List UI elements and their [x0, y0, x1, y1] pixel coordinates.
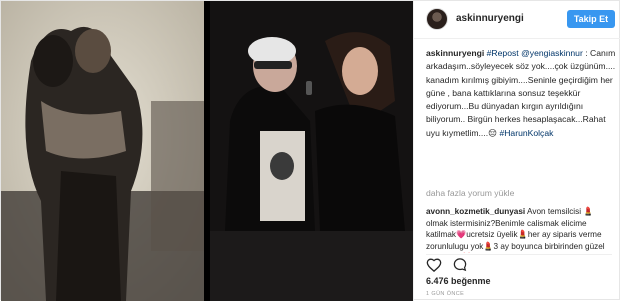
- post-sidebar: askinnuryengi Takip Et askinnuryengi #Re…: [413, 1, 620, 301]
- instagram-post: askinnuryengi Takip Et askinnuryengi #Re…: [0, 0, 620, 301]
- repost-hashtag[interactable]: #Repost: [487, 48, 519, 58]
- hashtag-link[interactable]: #HarunKolçak: [499, 128, 553, 138]
- mention-link[interactable]: @yengiaskinnur: [521, 48, 583, 58]
- caption-username[interactable]: askinnuryengi: [426, 48, 484, 58]
- vintage-photo: [1, 1, 204, 301]
- load-more-comments[interactable]: daha fazla yorum yükle: [426, 188, 514, 198]
- comment-icon[interactable]: [452, 257, 468, 272]
- post-timestamp[interactable]: 1 GÜN ÖNCE: [426, 291, 464, 297]
- post-caption: askinnuryengi #Repost @yengiaskinnur : C…: [426, 47, 616, 140]
- concert-photo: [210, 1, 413, 301]
- comment-item: avonn_kozmetik_dunyasi Avon temsilcisi 💄…: [426, 206, 614, 253]
- post-media[interactable]: [1, 1, 413, 301]
- follow-button[interactable]: Takip Et: [567, 10, 615, 28]
- avatar[interactable]: [426, 8, 448, 30]
- post-header: askinnuryengi Takip Et: [414, 1, 620, 39]
- comment-username[interactable]: avonn_kozmetik_dunyasi: [426, 207, 525, 216]
- caption-text: : Canım arkadaşım..söyleyecek söz yok...…: [426, 48, 616, 138]
- like-count[interactable]: 6.476 beğenme: [426, 276, 491, 286]
- heart-icon[interactable]: [426, 257, 442, 272]
- divider: [426, 254, 612, 255]
- header-username[interactable]: askinnuryengi: [456, 13, 524, 24]
